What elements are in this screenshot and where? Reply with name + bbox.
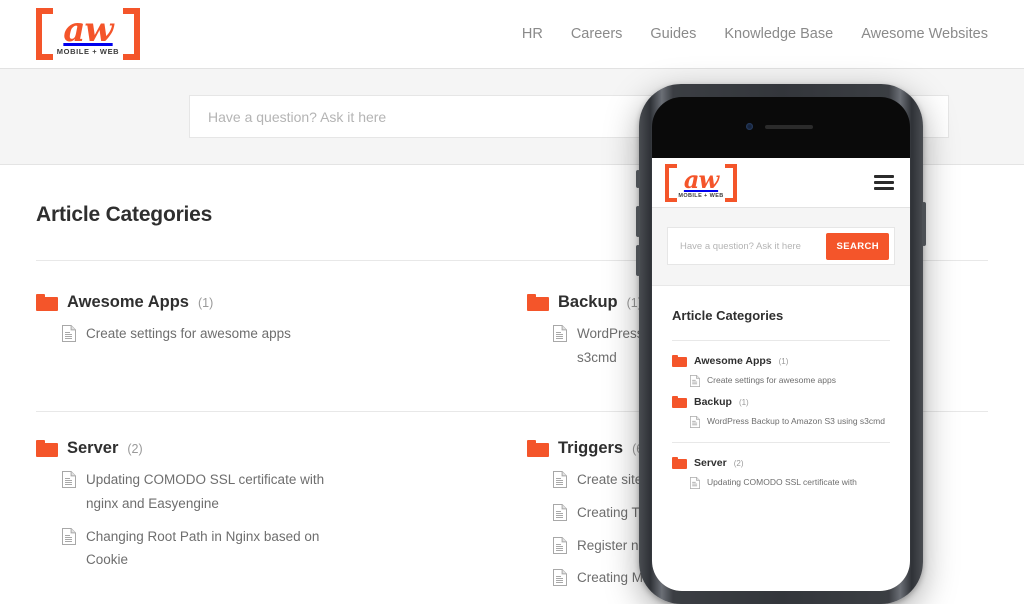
article-title: Updating COMODO SSL certificate with ngi… xyxy=(86,472,325,511)
phone-screen: aw MOBILE + WEB Have a question? Ask it … xyxy=(652,158,910,591)
aw-logo[interactable]: aw MOBILE + WEB xyxy=(665,163,737,202)
category-awesome-apps: Awesome Apps (1) Create settings for awe… xyxy=(36,293,497,378)
mobile-search-button[interactable]: SEARCH xyxy=(826,232,889,260)
category-name: Awesome Apps xyxy=(694,355,772,367)
category-heading[interactable]: Backup (1) xyxy=(672,396,890,409)
phone-mute-switch[interactable] xyxy=(636,170,640,188)
mobile-content: Article Categories Awesome Apps (1) Crea… xyxy=(652,286,910,490)
mobile-category-divider xyxy=(672,442,890,444)
mobile-category-group-2: Server (2) Updating COMODO SSL certifica… xyxy=(672,457,890,490)
mobile-page-title: Article Categories xyxy=(672,308,784,323)
phone-power-button[interactable] xyxy=(922,202,926,246)
document-icon xyxy=(62,325,76,342)
category-count: (2) xyxy=(733,458,744,468)
list-item[interactable]: Updating COMODO SSL certificate with xyxy=(690,474,890,490)
search-placeholder: Have a question? Ask it here xyxy=(208,108,387,125)
article-title: Create settings for awesome apps xyxy=(707,375,836,385)
site-header: aw MOBILE + WEB HR Careers Guides Knowle… xyxy=(0,0,1024,69)
document-icon xyxy=(553,325,567,342)
list-item[interactable]: Create settings for awesome apps xyxy=(62,322,330,346)
logo-tagline: MOBILE + WEB xyxy=(678,192,724,199)
mobile-category-group-1: Awesome Apps (1) Create settings for awe… xyxy=(672,341,890,429)
list-item[interactable]: Changing Root Path in Nginx based on Coo… xyxy=(62,525,330,572)
category-name: Triggers xyxy=(558,439,624,458)
document-icon xyxy=(690,416,700,429)
category-count: (1) xyxy=(738,397,749,407)
list-item[interactable]: Updating COMODO SSL certificate with ngi… xyxy=(62,468,330,515)
article-title: Updating COMODO SSL certificate with xyxy=(707,477,857,488)
document-icon xyxy=(690,375,700,387)
earpiece-speaker-icon xyxy=(765,125,813,129)
category-server: Server (2) Updating COMODO SSL certifica… xyxy=(36,439,497,599)
category-name: Backup xyxy=(694,396,732,409)
article-list: Updating COMODO SSL certificate with xyxy=(672,474,890,490)
phone-mockup: aw MOBILE + WEB Have a question? Ask it … xyxy=(636,84,926,604)
article-list: Create settings for awesome apps xyxy=(36,322,497,346)
category-count: (1) xyxy=(197,295,214,310)
aw-logo[interactable]: aw MOBILE + WEB xyxy=(36,8,140,60)
phone-volume-down-button[interactable] xyxy=(636,245,640,276)
front-camera-icon xyxy=(746,123,753,130)
nav-item-knowledge-base[interactable]: Knowledge Base xyxy=(724,26,833,42)
document-icon xyxy=(690,477,700,490)
logo-tagline: MOBILE + WEB xyxy=(56,47,120,56)
category-heading[interactable]: Awesome Apps (1) xyxy=(36,293,497,312)
phone-bezel: aw MOBILE + WEB Have a question? Ask it … xyxy=(652,97,910,591)
mobile-header: aw MOBILE + WEB xyxy=(652,158,910,208)
list-item[interactable]: Create settings for awesome apps xyxy=(690,372,890,388)
document-icon xyxy=(62,471,76,489)
document-icon xyxy=(553,569,567,587)
nav-item-guides[interactable]: Guides xyxy=(650,26,696,42)
logo-wordmark: aw xyxy=(63,10,113,50)
document-icon xyxy=(553,471,567,489)
article-list: Updating COMODO SSL certificate with ngi… xyxy=(36,468,497,572)
folder-icon xyxy=(36,294,58,311)
mobile-search-input[interactable]: Have a question? Ask it here xyxy=(680,241,801,252)
category-name: Backup xyxy=(558,293,618,311)
nav-item-awesome-websites[interactable]: Awesome Websites xyxy=(861,26,988,42)
folder-icon xyxy=(672,457,687,470)
category-name: Server xyxy=(694,457,727,470)
phone-volume-up-button[interactable] xyxy=(636,206,640,237)
category-heading[interactable]: Server (2) xyxy=(672,457,890,470)
logo-wordmark: aw xyxy=(683,164,719,194)
hamburger-menu-icon[interactable] xyxy=(874,175,894,190)
mobile-search-band: Have a question? Ask it here SEARCH xyxy=(652,208,910,286)
folder-icon xyxy=(527,440,549,458)
main-navigation: HR Careers Guides Knowledge Base Awesome… xyxy=(522,26,988,42)
document-icon xyxy=(553,536,567,554)
article-title: WordPress Backup to Amazon S3 using s3cm… xyxy=(707,416,885,427)
category-count: (2) xyxy=(127,441,143,456)
article-title: Changing Root Path in Nginx based on Coo… xyxy=(86,528,320,568)
article-list: WordPress Backup to Amazon S3 using s3cm… xyxy=(672,413,890,429)
folder-icon xyxy=(527,294,549,311)
document-icon xyxy=(62,527,76,545)
mobile-search-form: Have a question? Ask it here SEARCH xyxy=(667,227,895,265)
category-count: (1) xyxy=(778,356,789,366)
article-title: Create settings for awesome apps xyxy=(86,326,291,341)
folder-icon xyxy=(672,396,687,409)
category-heading[interactable]: Awesome Apps (1) xyxy=(672,355,890,367)
category-name: Server xyxy=(67,439,119,458)
nav-item-careers[interactable]: Careers xyxy=(571,26,623,42)
list-item[interactable]: WordPress Backup to Amazon S3 using s3cm… xyxy=(690,413,890,429)
category-heading[interactable]: Server (2) xyxy=(36,439,497,458)
category-name: Awesome Apps xyxy=(67,293,189,311)
article-list: Create settings for awesome apps xyxy=(672,372,890,388)
nav-item-hr[interactable]: HR xyxy=(522,26,543,42)
document-icon xyxy=(553,503,567,521)
folder-icon xyxy=(672,355,687,367)
folder-icon xyxy=(36,440,58,458)
